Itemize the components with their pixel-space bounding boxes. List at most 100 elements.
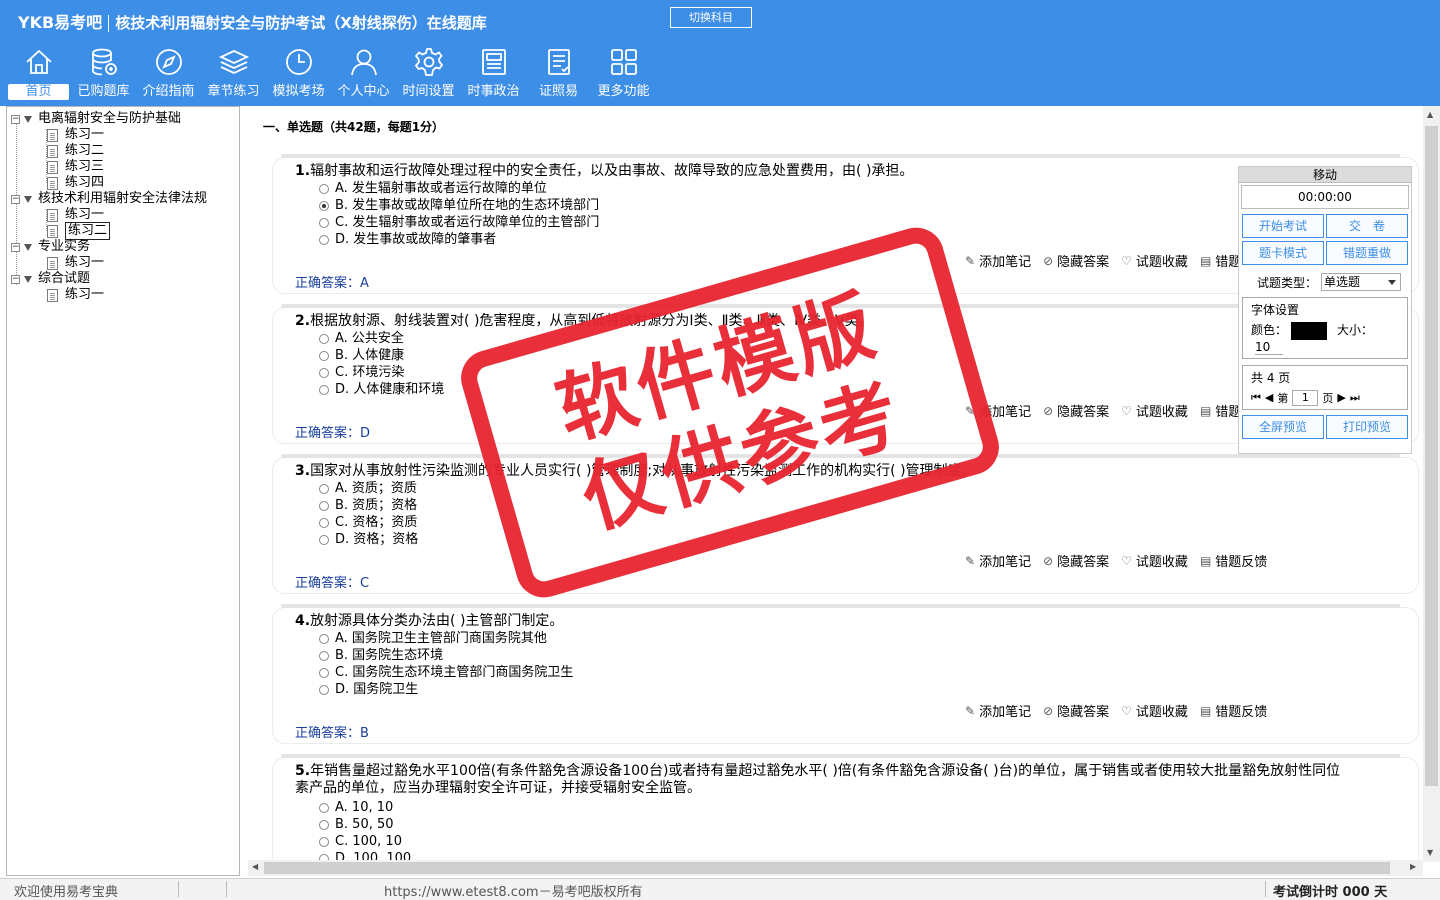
radio-button[interactable] [319, 802, 329, 813]
nav-time-settings[interactable]: 时间设置 [396, 46, 461, 104]
radio-button[interactable] [319, 367, 329, 378]
radio-button[interactable] [319, 234, 329, 245]
option-d[interactable]: D. 人体健康和环境 [319, 381, 444, 398]
radio-button-checked[interactable] [319, 200, 329, 211]
fullscreen-preview-button[interactable]: 全屏预览 [1242, 414, 1324, 439]
tree-item[interactable]: 练习三 [47, 159, 104, 175]
collapse-toggle[interactable]: − [11, 274, 20, 284]
add-note-button[interactable]: ✎ 添加笔记 [965, 401, 1031, 421]
scroll-left-icon[interactable]: ◀ [252, 862, 258, 871]
radio-button[interactable] [319, 684, 329, 695]
tree-group-radiation-basics[interactable]: − 电离辐射安全与防护基础 [11, 111, 181, 127]
page-input[interactable]: 1 [1292, 389, 1319, 406]
nav-personal-center[interactable]: 个人中心 [331, 46, 396, 104]
next-page-icon[interactable]: ▶ [1337, 391, 1345, 404]
tree-item[interactable]: 练习一 [47, 287, 104, 303]
hide-answer-button[interactable]: ⊘ 隐藏答案 [1043, 551, 1109, 571]
tree-item-selected[interactable]: 练习二 [47, 222, 111, 240]
report-error-button[interactable]: ▤错题反馈 [1200, 701, 1267, 721]
radio-button[interactable] [319, 333, 329, 344]
scroll-right-icon[interactable]: ▶ [1410, 862, 1416, 871]
scroll-thumb[interactable] [264, 862, 1390, 874]
add-note-button[interactable]: ✎ 添加笔记 [965, 251, 1031, 271]
scroll-up-icon[interactable]: ▲ [1427, 110, 1433, 119]
hide-answer-button[interactable]: ⊘ 隐藏答案 [1043, 251, 1109, 271]
option-d[interactable]: D. 资格；资格 [319, 531, 418, 548]
radio-button[interactable] [319, 836, 329, 847]
nav-purchased-banks[interactable]: 已购题库 [71, 46, 136, 104]
nav-mock-exam[interactable]: 模拟考场 [266, 46, 331, 104]
option-c[interactable]: C. 资格；资质 [319, 514, 417, 531]
hide-answer-button[interactable]: ⊘ 隐藏答案 [1043, 401, 1109, 421]
radio-button[interactable] [319, 534, 329, 545]
radio-button[interactable] [319, 517, 329, 528]
collapse-toggle[interactable]: − [11, 114, 20, 124]
submit-button[interactable]: 交 卷 [1326, 214, 1408, 238]
option-c[interactable]: C. 100, 10 [319, 833, 402, 850]
nav-guide[interactable]: 介绍指南 [136, 46, 201, 104]
redo-wrong-button[interactable]: 错题重做 [1326, 241, 1408, 265]
start-exam-button[interactable]: 开始考试 [1242, 214, 1324, 238]
option-c[interactable]: C. 国务院生态环境主管部门商国务院卫生 [319, 664, 573, 681]
add-note-button[interactable]: ✎ 添加笔记 [965, 701, 1031, 721]
horizontal-scrollbar[interactable]: ◀ ▶ [248, 860, 1423, 876]
radio-button[interactable] [319, 667, 329, 678]
radio-button[interactable] [319, 650, 329, 661]
tree-item[interactable]: 练习四 [47, 175, 104, 191]
option-d[interactable]: D. 发生事故或故障的肇事者 [319, 231, 496, 248]
nav-more-functions[interactable]: 更多功能 [591, 46, 656, 104]
radio-button[interactable] [319, 500, 329, 511]
last-page-icon[interactable]: ⏭ [1350, 391, 1360, 405]
nav-chapter-practice[interactable]: 章节练习 [201, 46, 266, 104]
prev-page-icon[interactable]: ◀ [1265, 391, 1273, 404]
switch-subject-button[interactable]: 切换科目 [670, 7, 752, 28]
option-b[interactable]: B. 人体健康 [319, 347, 404, 364]
radio-button[interactable] [319, 384, 329, 395]
radio-button[interactable] [319, 483, 329, 494]
option-a[interactable]: A. 资质；资质 [319, 480, 417, 497]
option-b[interactable]: B. 50, 50 [319, 816, 394, 833]
nav-home[interactable]: 首页 [6, 46, 71, 104]
hide-answer-button[interactable]: ⊘ 隐藏答案 [1043, 701, 1109, 721]
tree-group-laws[interactable]: − 核技术利用辐射安全法律法规 [11, 191, 207, 207]
tree-group-comprehensive[interactable]: − 综合试题 [11, 271, 90, 287]
radio-button[interactable] [319, 633, 329, 644]
print-preview-button[interactable]: 打印预览 [1326, 414, 1408, 439]
nav-certificate[interactable]: 证照易 [526, 46, 591, 104]
option-a[interactable]: A. 发生辐射事故或者运行故障的单位 [319, 180, 547, 197]
radio-button[interactable] [319, 819, 329, 830]
first-page-icon[interactable]: ⏮ [1251, 391, 1261, 405]
question-type-select[interactable]: 单选题 [1321, 273, 1402, 291]
font-size-input[interactable]: 10 [1255, 340, 1283, 355]
collapse-toggle[interactable]: − [11, 194, 20, 204]
option-b[interactable]: B. 资质；资格 [319, 497, 417, 514]
option-c[interactable]: C. 发生辐射事故或者运行故障单位的主管部门 [319, 214, 599, 231]
favorite-button[interactable]: ♡ 试题收藏 [1121, 551, 1188, 571]
option-a[interactable]: A. 国务院卫生主管部门商国务院其他 [319, 630, 547, 647]
favorite-button[interactable]: ♡ 试题收藏 [1121, 251, 1188, 271]
scroll-thumb[interactable] [1425, 126, 1438, 786]
favorite-button[interactable]: ♡ 试题收藏 [1121, 701, 1188, 721]
radio-button[interactable] [319, 183, 329, 194]
option-a[interactable]: A. 公共安全 [319, 330, 404, 347]
option-d[interactable]: D. 国务院卫生 [319, 681, 418, 698]
panel-drag-handle[interactable]: 移动 [1239, 167, 1411, 183]
radio-button[interactable] [319, 217, 329, 228]
option-b[interactable]: B. 国务院生态环境 [319, 647, 443, 664]
tree-item[interactable]: 练习一 [47, 127, 104, 143]
option-a[interactable]: A. 10, 10 [319, 799, 393, 816]
card-mode-button[interactable]: 题卡模式 [1242, 241, 1324, 265]
tree-item[interactable]: 练习二 [47, 143, 104, 159]
add-note-button[interactable]: ✎ 添加笔记 [965, 551, 1031, 571]
favorite-button[interactable]: ♡ 试题收藏 [1121, 401, 1188, 421]
report-error-button[interactable]: ▤错题反馈 [1200, 551, 1267, 571]
option-b[interactable]: B. 发生事故或故障单位所在地的生态环境部门 [319, 197, 599, 214]
collapse-toggle[interactable]: − [11, 242, 20, 252]
option-c[interactable]: C. 环境污染 [319, 364, 404, 381]
scroll-down-icon[interactable]: ▼ [1427, 848, 1433, 857]
radio-button[interactable] [319, 350, 329, 361]
vertical-scrollbar[interactable]: ▲ ▼ [1423, 106, 1440, 862]
color-picker[interactable] [1291, 321, 1328, 340]
nav-current-affairs[interactable]: 时事政治 [461, 46, 526, 104]
tree-group-practice[interactable]: − 专业实务 [11, 239, 90, 255]
